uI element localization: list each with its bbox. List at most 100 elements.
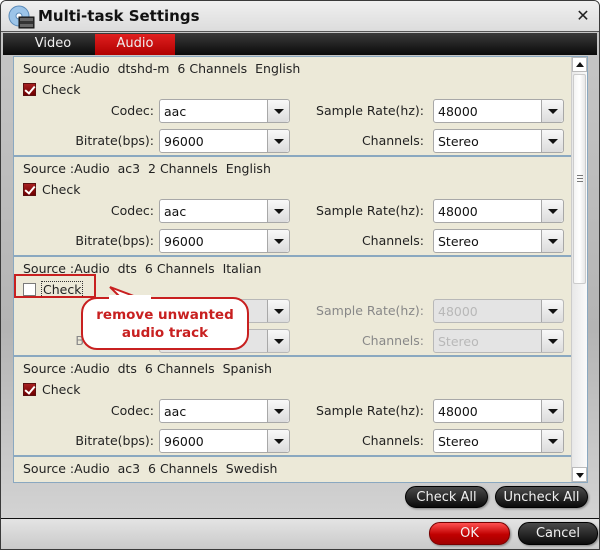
codec-select[interactable]: aac (159, 199, 290, 223)
track-source: Source :Audio ac3 6 Channels Swedish (23, 461, 278, 476)
track-check[interactable]: Check (23, 381, 81, 397)
codec-label: Codec: (110, 403, 154, 418)
callout-line-2: audio track (121, 325, 209, 341)
codec-value: aac (164, 204, 187, 219)
callout-line-1: remove unwanted (96, 307, 234, 323)
dropdown-arrow-icon (267, 330, 289, 352)
sample-rate-label: Sample Rate(hz): (316, 203, 424, 218)
annotation-highlight-box (14, 274, 96, 298)
bitrate-label: Bitrate(bps): (75, 433, 154, 448)
dropdown-arrow-icon[interactable] (541, 400, 563, 422)
tab-bar: Video Audio (3, 33, 597, 55)
bitrate-label: Bitrate(bps): (75, 133, 154, 148)
scrollbar-thumb[interactable] (573, 74, 586, 284)
window-title: Multi-task Settings (38, 7, 200, 25)
dropdown-arrow-icon[interactable] (541, 230, 563, 252)
bitrate-select[interactable]: 96000 (159, 129, 290, 153)
dropdown-arrow-icon[interactable] (267, 230, 289, 252)
vertical-scrollbar[interactable] (571, 57, 587, 482)
dropdown-arrow-icon (541, 300, 563, 322)
check-label: Check (42, 81, 81, 97)
dropdown-arrow-icon[interactable] (541, 100, 563, 122)
channels-value: Stereo (438, 434, 479, 449)
track-source: Source :Audio dtshd-m 6 Channels English (23, 61, 301, 76)
check-label: Check (42, 381, 81, 397)
track-check[interactable]: Check (23, 181, 81, 197)
track-source: Source :Audio ac3 2 Channels English (23, 161, 271, 176)
dropdown-arrow-icon[interactable] (541, 200, 563, 222)
audio-track: Source :Audio dtshd-m 6 Channels English… (14, 57, 572, 157)
sample-rate-label: Sample Rate(hz): (316, 303, 424, 318)
sample-rate-select[interactable]: 48000 (433, 99, 564, 123)
checkbox-checked[interactable] (23, 182, 36, 196)
audio-track: Source :Audio ac3 2 Channels English Che… (14, 157, 572, 257)
checkbox-checked[interactable] (23, 82, 36, 96)
bitrate-value: 96000 (164, 434, 204, 449)
sample-rate-select[interactable]: 48000 (433, 199, 564, 223)
audio-track: Source :Audio dts 6 Channels Spanish Che… (14, 357, 572, 457)
channels-select[interactable]: Stereo (433, 429, 564, 453)
check-label: Check (42, 181, 81, 197)
channels-label: Channels: (361, 133, 424, 148)
audio-track: Source :Audio ac3 6 Channels Swedish (14, 457, 572, 484)
title-bar: Multi-task Settings ✕ (1, 1, 599, 32)
dropdown-arrow-icon[interactable] (267, 100, 289, 122)
bitrate-label: Bitrate(bps): (75, 233, 154, 248)
channels-value: Stereo (438, 334, 479, 349)
cancel-button[interactable]: Cancel (518, 522, 598, 545)
check-all-button[interactable]: Check All (405, 486, 488, 508)
dropdown-arrow-icon[interactable] (267, 130, 289, 152)
callout-joint (109, 295, 151, 299)
app-disc-icon (8, 5, 35, 29)
channels-select[interactable]: Stereo (433, 229, 564, 253)
dropdown-arrow-icon[interactable] (541, 130, 563, 152)
grip-icon (577, 175, 583, 182)
codec-value: aac (164, 404, 187, 419)
track-check[interactable] (23, 481, 36, 484)
uncheck-all-button[interactable]: Uncheck All (495, 486, 588, 508)
ok-button[interactable]: OK (429, 522, 510, 545)
bitrate-value: 96000 (164, 234, 204, 249)
checkbox-checked[interactable] (23, 382, 36, 396)
dropdown-arrow-icon[interactable] (267, 400, 289, 422)
sample-rate-value: 48000 (438, 104, 478, 119)
track-source: Source :Audio dts 6 Channels Spanish (23, 361, 272, 376)
sample-rate-value: 48000 (438, 404, 478, 419)
codec-value: aac (164, 104, 187, 119)
bitrate-select[interactable]: 96000 (159, 429, 290, 453)
sample-rate-value: 48000 (438, 304, 478, 319)
close-icon[interactable]: ✕ (575, 8, 591, 24)
sample-rate-label: Sample Rate(hz): (316, 103, 424, 118)
scroll-up-arrow-icon[interactable] (572, 57, 587, 72)
tab-video[interactable]: Video (13, 34, 93, 55)
bitrate-value: 96000 (164, 134, 204, 149)
channels-value: Stereo (438, 234, 479, 249)
tab-audio[interactable]: Audio (95, 34, 175, 55)
channels-label: Channels: (361, 333, 424, 348)
codec-label: Codec: (110, 203, 154, 218)
dropdown-arrow-icon (541, 330, 563, 352)
audio-tracks-list: Source :Audio dtshd-m 6 Channels English… (13, 56, 588, 483)
codec-select[interactable]: aac (159, 399, 290, 423)
dropdown-arrow-icon[interactable] (267, 430, 289, 452)
sample-rate-select[interactable]: 48000 (433, 399, 564, 423)
codec-label: Codec: (110, 103, 154, 118)
codec-select[interactable]: aac (159, 99, 290, 123)
channels-value: Stereo (438, 134, 479, 149)
channels-select[interactable]: Stereo (433, 129, 564, 153)
sample-rate-label: Sample Rate(hz): (316, 403, 424, 418)
checkbox-checked[interactable] (23, 483, 36, 484)
multi-task-settings-dialog: Multi-task Settings ✕ Video Audio Source… (0, 0, 600, 550)
sample-rate-select: 48000 (433, 299, 564, 323)
channels-select: Stereo (433, 329, 564, 353)
channels-label: Channels: (361, 233, 424, 248)
dropdown-arrow-icon[interactable] (267, 200, 289, 222)
dropdown-arrow-icon[interactable] (541, 430, 563, 452)
bitrate-select[interactable]: 96000 (159, 229, 290, 253)
channels-label: Channels: (361, 433, 424, 448)
track-check[interactable]: Check (23, 81, 81, 97)
sample-rate-value: 48000 (438, 204, 478, 219)
dialog-footer (1, 519, 599, 549)
scroll-down-arrow-icon[interactable] (572, 467, 587, 482)
annotation-callout: remove unwanted audio track (81, 297, 249, 350)
